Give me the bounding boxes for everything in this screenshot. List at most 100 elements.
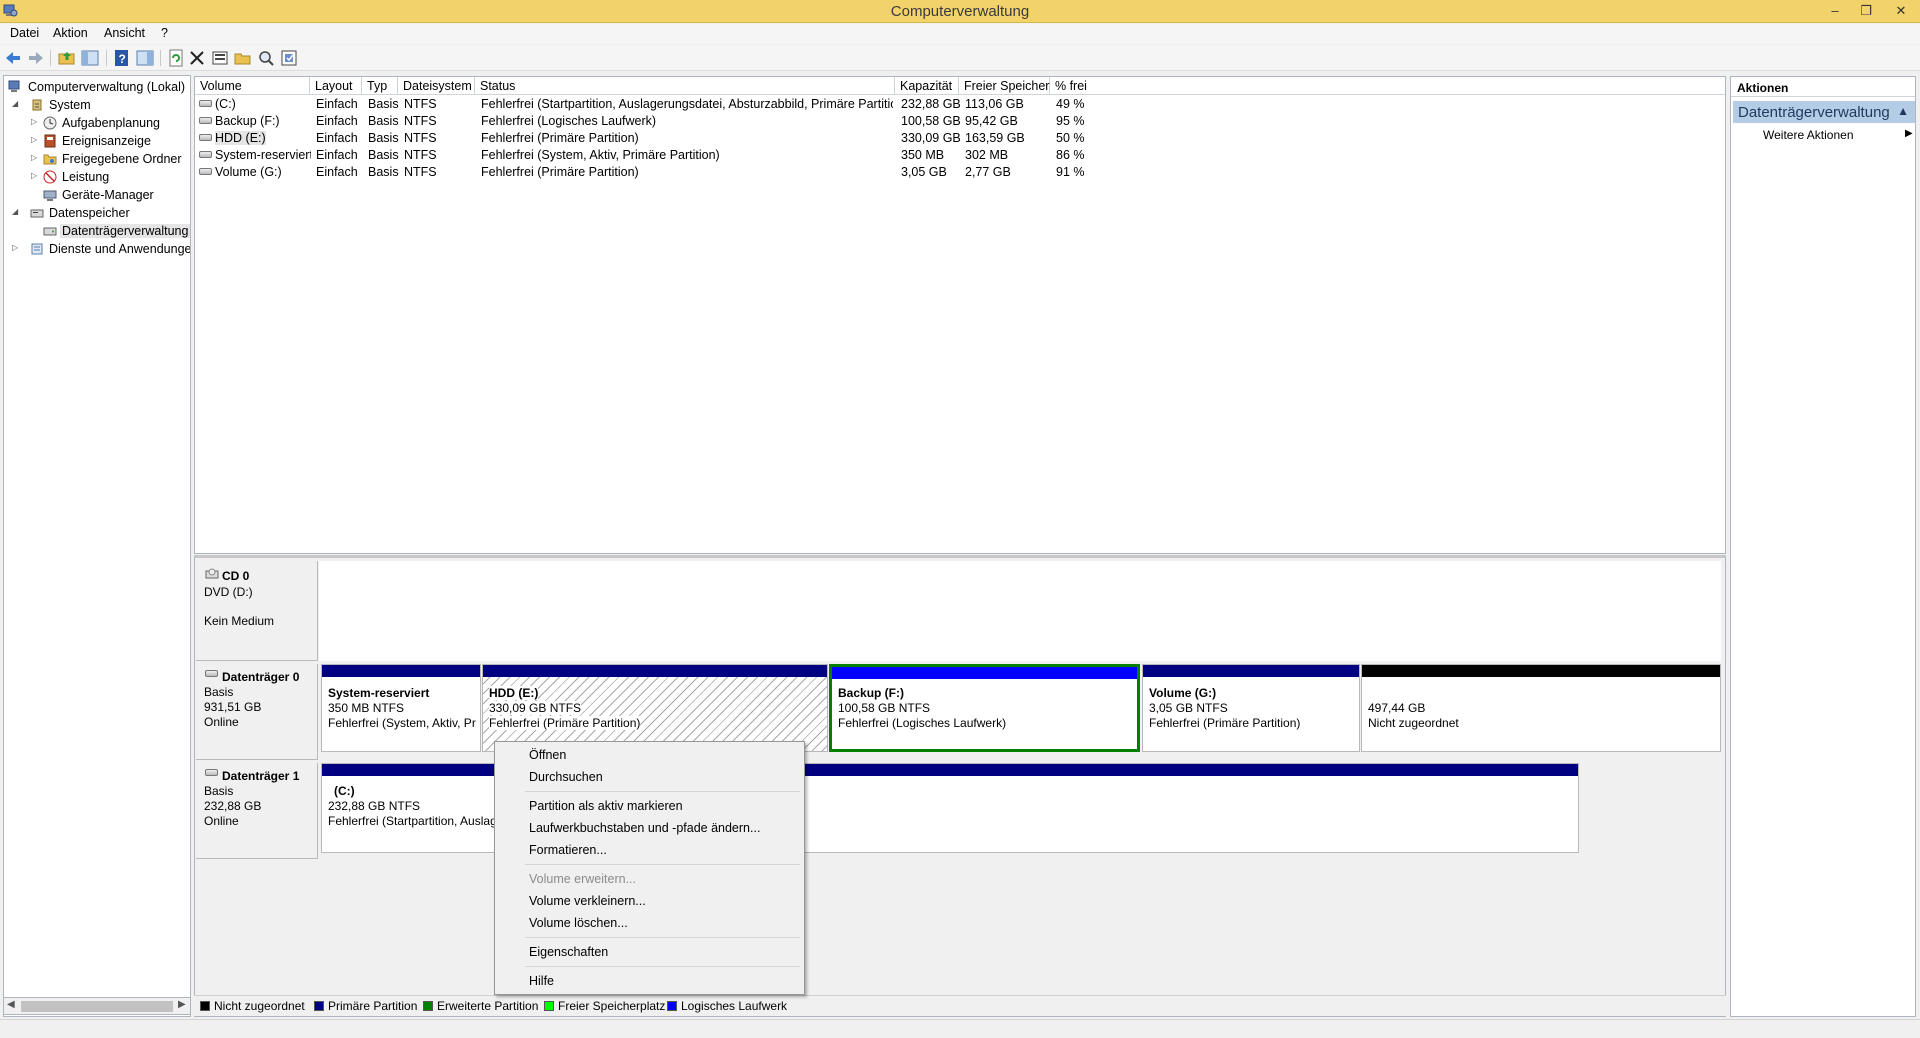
partition-system-reserved[interactable]: System-reserviert 350 MB NTFS Fehlerfrei… xyxy=(321,664,481,752)
back-icon[interactable] xyxy=(4,49,22,67)
tree-label: Aufgabenplanung xyxy=(62,116,161,130)
scrollbar-thumb[interactable] xyxy=(21,1001,173,1012)
partition-status: Fehlerfrei (Logisches Laufwerk) xyxy=(838,716,1007,730)
disk0-size: 931,51 GB xyxy=(204,700,262,714)
more-actions-item[interactable]: Weitere Aktionen ▶ xyxy=(1763,128,1913,142)
expand-icon[interactable]: ▷ xyxy=(12,243,22,252)
submenu-arrow-icon: ▶ xyxy=(1905,128,1913,139)
system-tools-icon xyxy=(32,99,42,111)
restore-button[interactable]: ❐ xyxy=(1853,2,1879,20)
legend-swatch xyxy=(544,1001,554,1011)
refresh-icon[interactable] xyxy=(167,49,185,67)
menu-aktion[interactable]: Aktion xyxy=(53,26,88,40)
tree-label: Geräte-Manager xyxy=(62,188,154,202)
type-cell: Basis xyxy=(368,165,399,179)
scroll-right-icon[interactable]: ▶ xyxy=(178,999,186,1010)
legend-item-free-space: Freier Speicherplatz xyxy=(544,999,665,1013)
cd-drive: DVD (D:) xyxy=(204,585,253,599)
performance-icon xyxy=(43,170,57,184)
show-hide-tree-icon[interactable] xyxy=(81,49,99,67)
free-space-cell: 2,77 GB xyxy=(965,165,1011,179)
menu-item-browse[interactable]: Durchsuchen xyxy=(529,770,603,784)
status-cell: Fehlerfrei (Startpartition, Auslagerungs… xyxy=(481,97,893,111)
settings-icon[interactable] xyxy=(280,49,298,67)
type-cell: Basis xyxy=(368,97,399,111)
tree-label: Leistung xyxy=(62,170,110,184)
expand-icon[interactable]: ▷ xyxy=(31,117,41,126)
capacity-cell: 232,88 GB xyxy=(901,97,961,111)
menu-help[interactable]: ? xyxy=(161,26,168,40)
collapse-up-icon[interactable]: ▲ xyxy=(1897,104,1909,118)
column-header-volume[interactable]: Volume xyxy=(195,77,310,95)
column-header-free-space[interactable]: Freier Speicher xyxy=(959,77,1050,95)
percent-free-cell: 50 % xyxy=(1056,131,1085,145)
expand-icon[interactable]: ▷ xyxy=(31,135,41,144)
drive-icon xyxy=(199,117,212,125)
column-header-capacity[interactable]: Kapazität xyxy=(895,77,959,95)
volume-cell: HDD (E:) xyxy=(199,130,309,147)
column-header-percent-free[interactable]: % frei xyxy=(1050,77,1725,95)
tree-label: Datenträgerverwaltung xyxy=(60,224,190,238)
menu-item-format[interactable]: Formatieren... xyxy=(529,843,607,857)
context-menu: Öffnen Durchsuchen Partition als aktiv m… xyxy=(494,741,805,995)
volume-cell: Backup (F:) xyxy=(199,113,309,130)
column-header-status[interactable]: Status xyxy=(475,77,895,95)
partition-unallocated[interactable]: 497,44 GB Nicht zugeordnet xyxy=(1361,664,1721,752)
menu-item-mark-active[interactable]: Partition als aktiv markieren xyxy=(529,799,683,813)
menu-datei[interactable]: Datei xyxy=(10,26,39,40)
disk-icon xyxy=(205,769,218,776)
type-cell: Basis xyxy=(368,114,399,128)
properties-icon[interactable] xyxy=(211,49,229,67)
layout-cell: Einfach xyxy=(316,114,358,128)
menu-item-delete-volume[interactable]: Volume löschen... xyxy=(529,916,628,930)
clock-icon xyxy=(43,116,57,130)
tree-label-root: Computerverwaltung (Lokal) xyxy=(28,80,186,94)
disk-label-disk0[interactable]: Datenträger 0 Basis 931,51 GB Online xyxy=(196,664,318,760)
computer-management-icon xyxy=(8,80,20,92)
filesystem-cell: NTFS xyxy=(404,114,437,128)
navigation-tree: Computerverwaltung (Lokal) ◢ System ▷ Au… xyxy=(3,75,191,1017)
menu-item-help[interactable]: Hilfe xyxy=(529,974,554,988)
partition-size: 497,44 GB xyxy=(1368,701,1426,715)
layout-cell: Einfach xyxy=(316,165,358,179)
disk1-size: 232,88 GB xyxy=(204,799,262,813)
filesystem-cell: NTFS xyxy=(404,97,437,111)
search-drive-icon[interactable] xyxy=(257,49,275,67)
partition-hdd-e-selected[interactable]: HDD (E:) 330,09 GB NTFS Fehlerfrei (Prim… xyxy=(482,664,828,752)
delete-icon[interactable] xyxy=(188,49,206,67)
column-header-type[interactable]: Typ xyxy=(362,77,398,95)
menu-ansicht[interactable]: Ansicht xyxy=(104,26,145,40)
collapse-icon[interactable]: ◢ xyxy=(12,99,22,108)
forward-icon[interactable] xyxy=(27,49,45,67)
partition-volume-g[interactable]: Volume (G:) 3,05 GB NTFS Fehlerfrei (Pri… xyxy=(1142,664,1360,752)
actions-section-disk-management[interactable]: Datenträgerverwaltung ▲ xyxy=(1733,101,1915,123)
scroll-left-icon[interactable]: ◀ xyxy=(7,999,15,1010)
column-header-filesystem[interactable]: Dateisystem xyxy=(398,77,475,95)
volume-cell: System-reserviert xyxy=(199,147,311,164)
tree-label: Ereignisanzeige xyxy=(62,134,151,148)
up-folder-icon[interactable] xyxy=(58,49,76,67)
column-header-layout[interactable]: Layout xyxy=(310,77,362,95)
menu-item-shrink-volume[interactable]: Volume verkleinern... xyxy=(529,894,646,908)
disk-label-disk1[interactable]: Datenträger 1 Basis 232,88 GB Online xyxy=(196,763,318,859)
menu-item-change-drive-letter[interactable]: Laufwerkbuchstaben und -pfade ändern... xyxy=(529,821,760,835)
legend-item-logical: Logisches Laufwerk xyxy=(667,999,787,1013)
close-button[interactable]: ✕ xyxy=(1888,2,1914,20)
menu-item-properties[interactable]: Eigenschaften xyxy=(529,945,608,959)
open-folder-icon[interactable] xyxy=(234,49,252,67)
help-icon[interactable]: ? xyxy=(113,49,131,67)
show-hide-action-pane-icon[interactable] xyxy=(136,49,154,67)
partition-size: 232,88 GB NTFS xyxy=(328,799,421,813)
expand-icon[interactable]: ▷ xyxy=(31,171,41,180)
expand-icon[interactable]: ▷ xyxy=(31,153,41,162)
menu-item-open[interactable]: Öffnen xyxy=(529,748,566,762)
partition-status: Fehlerfrei (Startpartition, Auslag xyxy=(328,814,497,828)
collapse-icon[interactable]: ◢ xyxy=(12,207,22,216)
minimize-button[interactable]: – xyxy=(1822,2,1848,20)
cd-status: Kein Medium xyxy=(204,614,275,628)
free-space-cell: 113,06 GB xyxy=(965,97,1024,111)
partition-backup-f[interactable]: Backup (F:) 100,58 GB NTFS Fehlerfrei (L… xyxy=(829,664,1140,752)
disk-label-cd0[interactable]: CD 0 DVD (D:) Kein Medium xyxy=(196,561,318,661)
tree-horizontal-scrollbar[interactable]: ◀ ▶ xyxy=(3,997,191,1015)
drive-icon xyxy=(199,168,212,176)
